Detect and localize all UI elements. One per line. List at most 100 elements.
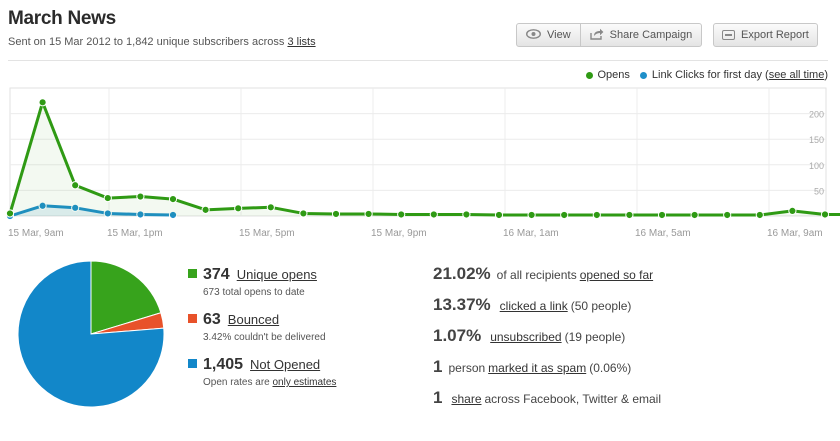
only-estimates-link[interactable]: only estimates <box>272 377 336 388</box>
share-count: 1 <box>433 388 443 407</box>
open-rate-note-text: Open rates are <box>203 377 273 388</box>
export-report-label: Export Report <box>741 29 809 41</box>
view-button[interactable]: View <box>517 24 581 46</box>
legend-opens-swatch <box>585 71 593 79</box>
clicked-a-link-link[interactable]: clicked a link <box>500 299 568 313</box>
stat-not-opened: 1,405 Not Opened Open rates are only esti… <box>188 356 336 388</box>
opens-point <box>103 193 112 203</box>
opens-point <box>462 210 471 219</box>
legend-opens-label: Opens <box>597 69 630 81</box>
opens-point <box>755 210 764 220</box>
not-opened-link[interactable]: Not Opened <box>250 357 320 372</box>
unique-opens-link[interactable]: Unique opens <box>237 267 317 282</box>
chart-legend: Opens Link Clicks for first day (see all… <box>576 69 828 81</box>
opens-point <box>690 210 699 220</box>
header-divider <box>8 60 828 61</box>
opens-point <box>820 210 830 219</box>
clicked-people-text: (50 people) <box>570 299 632 313</box>
not-opened-count: 1,405 <box>203 356 244 373</box>
unique-opens-count: 374 <box>203 266 230 283</box>
share-campaign-button[interactable]: Share Campaign <box>581 24 702 46</box>
spam-person-text: person <box>448 361 486 375</box>
x-tick-label: 15 Mar, 5pm <box>239 228 295 239</box>
metric-spam: 1 person marked it as spam (0.06%) <box>433 357 661 388</box>
opens-point <box>625 210 634 220</box>
unique-opens-swatch <box>188 269 197 278</box>
opens-point <box>527 210 536 220</box>
opens-point <box>397 210 406 219</box>
legend-clicks-swatch <box>639 71 647 79</box>
open-rate-note: Open rates are only estimates <box>203 377 336 388</box>
see-all-close-paren: ) <box>824 69 828 81</box>
y-tick-label: 50 <box>814 186 824 196</box>
opened-percent: 21.02% <box>433 264 491 283</box>
metric-clicked: 13.37% clicked a link (50 people) <box>433 295 661 326</box>
share-campaign-label: Share Campaign <box>609 29 693 41</box>
stat-unique-opens: 374 Unique opens 673 total opens to date <box>188 266 336 298</box>
x-tick-label: 15 Mar, 1pm <box>107 228 163 239</box>
recipient-stats: 374 Unique opens 673 total opens to date … <box>188 266 336 401</box>
opens-point <box>560 210 569 220</box>
recipients-pie-chart <box>17 260 165 408</box>
opens-point <box>788 206 797 215</box>
opened-so-far-link[interactable]: opened so far <box>580 268 653 282</box>
page-title: March News <box>8 8 116 29</box>
see-all-time-link[interactable]: see all time <box>769 69 825 81</box>
y-tick-label: 200 <box>809 110 824 120</box>
marked-as-spam-link[interactable]: marked it as spam <box>488 361 586 375</box>
bounced-link[interactable]: Bounced <box>228 312 279 327</box>
opens-point <box>5 209 15 218</box>
x-tick-label: 15 Mar, 9am <box>8 228 64 239</box>
archive-icon <box>722 30 735 40</box>
opens-point <box>657 210 667 220</box>
sent-info-text: Sent on 15 Mar 2012 to 1,842 unique subs… <box>8 36 288 48</box>
unsubscribed-link[interactable]: unsubscribed <box>490 330 561 344</box>
campaign-metrics: 21.02% of all recipients opened so far 1… <box>433 264 661 419</box>
opens-point <box>592 210 601 220</box>
opens-point <box>723 210 732 220</box>
share-channels-text: across Facebook, Twitter & email <box>484 392 662 406</box>
opens-point <box>429 210 438 219</box>
stat-bounced: 63 Bounced 3.42% couldn't be delivered <box>188 311 336 343</box>
opens-point <box>38 98 47 107</box>
legend-clicks-label: Link Clicks for first day <box>651 69 762 81</box>
x-tick-label: 16 Mar, 5am <box>635 228 691 239</box>
bounced-sub-text: 3.42% couldn't be delivered <box>203 332 326 343</box>
opens-point <box>71 181 80 190</box>
total-opens-text: 673 total opens to date <box>203 287 305 298</box>
opens-point <box>234 204 243 213</box>
eye-icon <box>525 29 542 41</box>
unsubscribed-people-text: (19 people) <box>564 330 626 344</box>
share-link[interactable]: share <box>451 392 481 406</box>
unsubscribed-percent: 1.07% <box>433 326 482 345</box>
opened-text: of all recipients <box>496 268 577 282</box>
share-arrow-icon <box>589 28 604 42</box>
opens-point <box>331 209 341 219</box>
spam-count: 1 <box>433 357 443 376</box>
view-button-label: View <box>547 29 571 41</box>
metric-unsubscribed: 1.07% unsubscribed (19 people) <box>433 326 661 357</box>
opens-chart: 20015010050 15 Mar, 9am 15 Mar, 1pm 15 Mar… <box>5 87 840 239</box>
x-tick-label: 15 Mar, 9pm <box>371 228 427 239</box>
x-tick-label: 16 Mar, 9am <box>767 228 823 239</box>
spam-percent-text: (0.06%) <box>589 361 632 375</box>
opens-point <box>136 192 145 201</box>
opens-point <box>168 195 178 204</box>
opens-point <box>364 209 373 219</box>
opens-point <box>299 209 308 218</box>
legend-clicks: Link Clicks for first day (see all time) <box>639 69 828 81</box>
opens-point <box>266 203 275 212</box>
legend-opens: Opens <box>585 69 630 81</box>
bounced-swatch <box>188 314 197 323</box>
export-report-button[interactable]: Export Report <box>713 23 818 47</box>
sent-info: Sent on 15 Mar 2012 to 1,842 unique subs… <box>8 36 316 48</box>
lists-link[interactable]: 3 lists <box>287 36 315 48</box>
opens-point <box>494 210 504 220</box>
clicked-percent: 13.37% <box>433 295 491 314</box>
not-opened-swatch <box>188 359 197 368</box>
y-tick-label: 150 <box>809 135 824 145</box>
chart-x-ticks: 15 Mar, 9am 15 Mar, 1pm 15 Mar, 5pm 15 Mar,… <box>8 228 823 239</box>
metric-share: 1 share across Facebook, Twitter & email <box>433 388 661 419</box>
opens-point <box>201 205 210 214</box>
bounced-count: 63 <box>203 311 221 328</box>
